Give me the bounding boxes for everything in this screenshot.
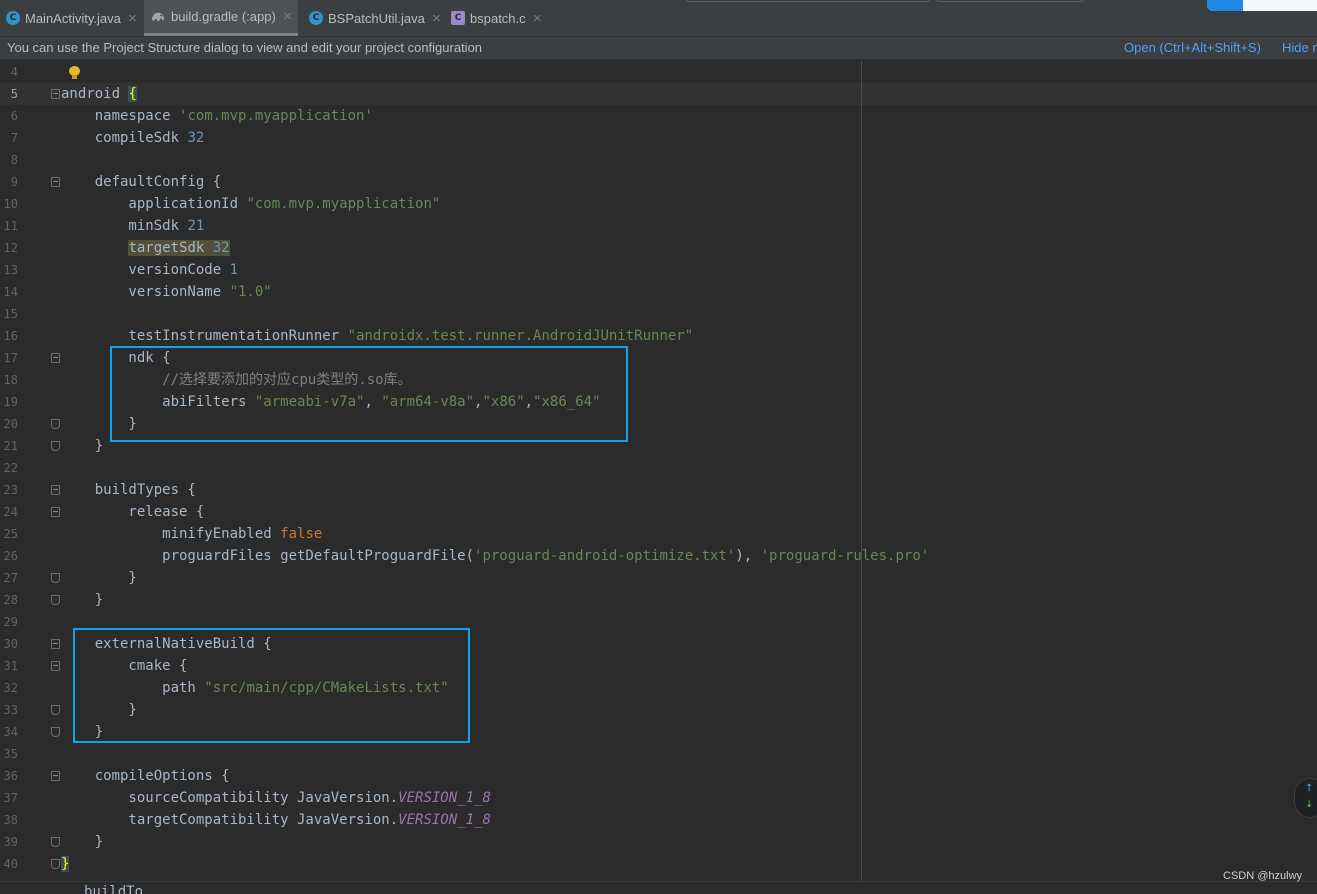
line-number: 15 [3,307,18,321]
c-file-icon: C [451,11,465,25]
overlay-widget-corner [1207,0,1317,11]
lightbulb-icon[interactable] [69,66,80,79]
code-line: sourceCompatibility JavaVersion.VERSION_… [61,790,491,806]
line-number: 11 [3,219,18,233]
line-number: 10 [3,197,18,211]
tab-label: BSPatchUtil.java [328,10,425,26]
code-line: } [61,570,137,586]
line-number: 16 [3,329,18,343]
fold-toggle-icon[interactable] [51,485,60,495]
fold-toggle-icon[interactable] [51,661,60,671]
code-line: } [61,438,104,454]
code-line: targetSdk 32 [128,240,230,256]
line-number: 18 [3,373,18,387]
line-number: 7 [10,131,18,145]
watermark: CSDN @hzulwy [1223,870,1303,882]
tab-build-gradle[interactable]: build.gradle (:app) ✕ [144,0,299,36]
fold-end-icon[interactable] [51,705,60,715]
current-line-highlight [0,83,1317,105]
close-icon[interactable]: ✕ [533,12,542,25]
hide-notification-link[interactable]: Hide n [1282,40,1317,55]
line-number: 6 [10,109,18,123]
line-number: 29 [3,615,18,629]
line-number: 32 [3,681,18,695]
code-line: } [61,856,70,872]
line-number: 4 [10,65,18,79]
fold-toggle-icon[interactable] [51,771,60,781]
code-line: versionName "1.0" [61,284,272,300]
code-line: minSdk 21 [61,218,205,234]
close-icon[interactable]: ✕ [128,12,137,25]
fold-toggle-icon[interactable] [51,353,60,363]
external-native-build-highlight-box [73,628,470,743]
ndk-highlight-box [110,346,628,442]
code-line: buildTypes { [61,482,196,498]
tab-bspatch-c[interactable]: C bspatch.c ✕ [451,0,542,36]
code-line: } [61,834,104,850]
fold-toggle-icon[interactable] [51,89,60,99]
fold-toggle-icon[interactable] [51,177,60,187]
code-line: namespace 'com.mvp.myapplication' [61,108,373,124]
line-number: 37 [3,791,18,805]
tab-bspatchutil[interactable]: C BSPatchUtil.java ✕ [309,0,441,36]
line-number: 22 [3,461,18,475]
fold-end-icon[interactable] [51,837,60,847]
class-icon: C [6,11,20,25]
line-number: 14 [3,285,18,299]
fold-toggle-icon[interactable] [51,639,60,649]
line-number: 8 [10,153,18,167]
next-code-line-clipped: buildTo [0,881,1317,894]
right-margin-guide [861,61,862,881]
open-project-structure-link[interactable]: Open (Ctrl+Alt+Shift+S) [1124,40,1261,55]
overlay-badge [1207,0,1243,11]
line-number: 13 [3,263,18,277]
gradle-elephant-icon [152,12,164,21]
code-line: testInstrumentationRunner "androidx.test… [61,328,694,344]
notification-message: You can use the Project Structure dialog… [7,40,483,55]
close-icon[interactable]: ✕ [432,12,441,25]
code-line: versionCode 1 [61,262,239,278]
code-editor[interactable]: 4 5 6 7 8 9 10 11 12 13 14 15 16 17 18 1… [0,61,1317,881]
tab-mainactivity[interactable]: C MainActivity.java ✕ [6,0,137,36]
code-line: compileSdk 32 [61,130,205,146]
line-number: 12 [3,241,18,255]
line-number: 26 [3,549,18,563]
fold-end-icon[interactable] [51,595,60,605]
tab-label: MainActivity.java [25,10,121,26]
line-number: 35 [3,747,18,761]
line-number: 19 [3,395,18,409]
code-line: proguardFiles getDefaultProguardFile('pr… [61,548,930,564]
code-line: applicationId "com.mvp.myapplication" [61,196,441,212]
arrow-up-icon[interactable]: ↑ [1305,783,1313,794]
project-structure-notification: You can use the Project Structure dialog… [0,36,1317,60]
toolbar-field-edge [686,0,930,2]
fold-end-icon[interactable] [51,573,60,583]
fold-end-icon[interactable] [51,419,60,429]
tab-label: bspatch.c [470,10,526,26]
fold-end-icon[interactable] [51,859,60,869]
code-line: compileOptions { [61,768,230,784]
code-line: } [61,592,104,608]
code-line: minifyEnabled false [61,526,323,542]
code-line: android { [61,86,137,102]
code-line: defaultConfig { [61,174,222,190]
scroll-navigation-widget[interactable]: ↑ ↓ [1294,778,1317,818]
class-icon: C [309,11,323,25]
fold-end-icon[interactable] [51,441,60,451]
code-line: buildTo [84,884,144,894]
arrow-down-icon[interactable]: ↓ [1305,799,1313,810]
tab-label: build.gradle (:app) [171,9,276,24]
code-line: targetCompatibility JavaVersion.VERSION_… [61,812,491,828]
fold-end-icon[interactable] [51,727,60,737]
editor-tab-bar: C MainActivity.java ✕ build.gradle (:app… [0,0,1317,36]
line-number: 25 [3,527,18,541]
code-line: release { [61,504,205,520]
close-icon[interactable]: ✕ [283,10,292,23]
line-number: 38 [3,813,18,827]
toolbar-field-edge [936,0,1084,2]
fold-toggle-icon[interactable] [51,507,60,517]
